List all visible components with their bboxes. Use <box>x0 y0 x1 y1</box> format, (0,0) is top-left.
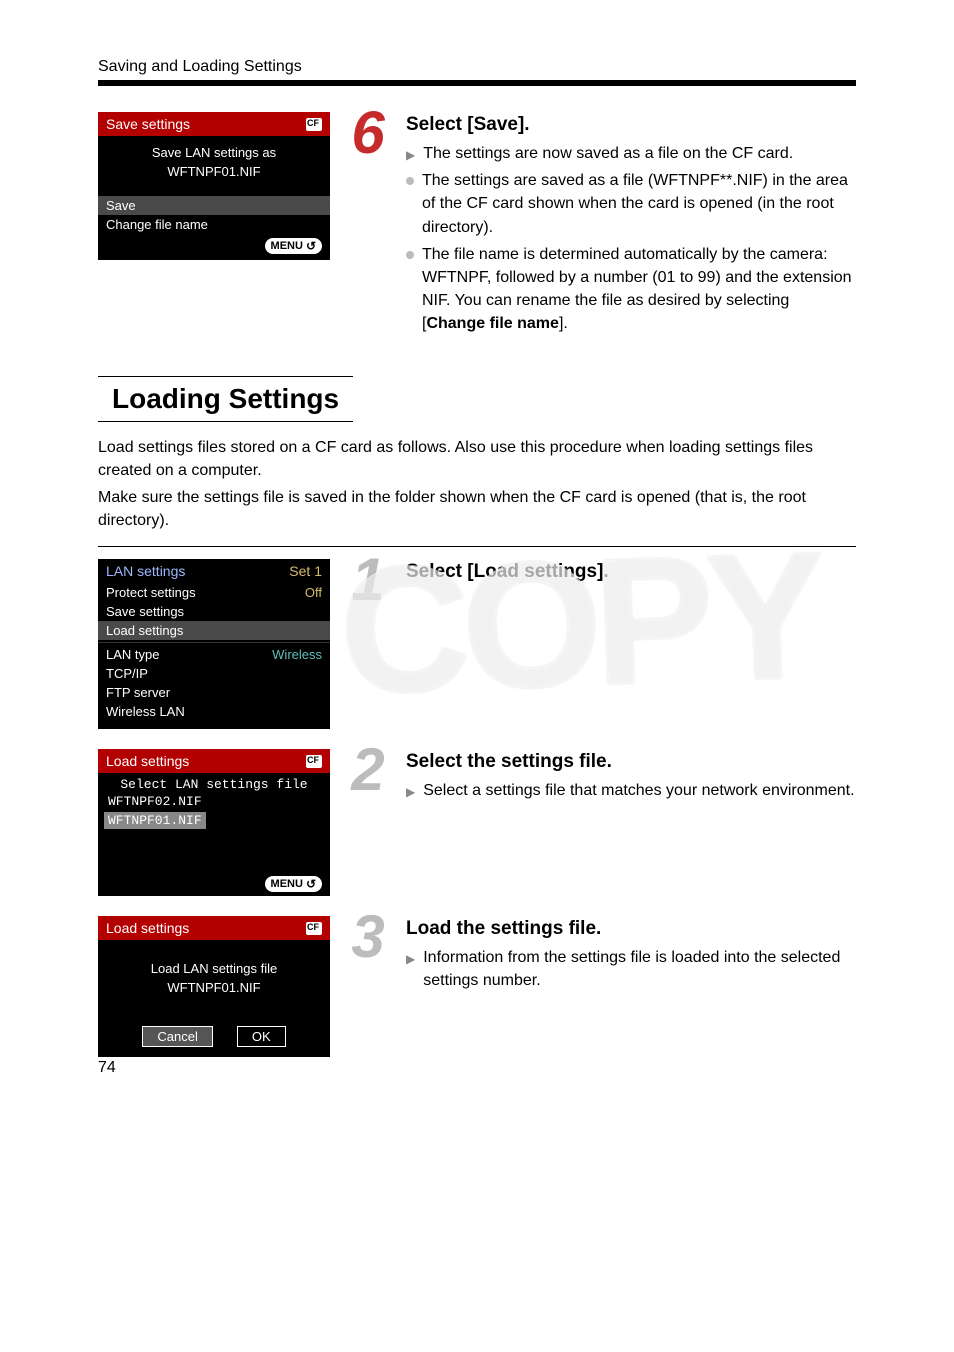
cf-icon <box>306 922 322 935</box>
triangle-icon: ▶ <box>406 784 415 801</box>
triangle-icon: ▶ <box>406 147 415 164</box>
step-number-1: 1 <box>348 559 388 601</box>
screenA-r1: Protect settings <box>106 585 196 600</box>
camera-screen-select-file: Load settings Select LAN settings file W… <box>98 749 330 896</box>
screenC-line2: WFTNPF01.NIF <box>167 980 260 995</box>
screenC-line1: Load LAN settings file <box>151 961 277 976</box>
page-number: 74 <box>98 1059 116 1077</box>
camera-screen-load-confirm: Load settings Load LAN settings file WFT… <box>98 916 330 1057</box>
screenA-r5: TCP/IP <box>106 666 148 681</box>
cf-icon <box>306 755 322 768</box>
step6-b2: The settings are saved as a file (WFTNPF… <box>422 169 856 239</box>
menu-pill: MENU↺ <box>265 238 322 254</box>
bullet-icon <box>406 251 414 259</box>
loading-title: Loading Settings <box>112 383 339 414</box>
loading-p2: Make sure the settings file is saved in … <box>98 486 856 532</box>
screenA-r4: LAN type <box>106 647 159 662</box>
step3-heading: Load the settings file. <box>406 918 856 940</box>
loading-p1: Load settings files stored on a CF card … <box>98 436 856 482</box>
cf-icon <box>306 118 322 131</box>
screenB-sub: Select LAN settings file <box>98 773 330 792</box>
step2-heading: Select the settings file. <box>406 751 856 773</box>
screenA-r7: Wireless LAN <box>106 704 185 719</box>
screenB-title: Load settings <box>106 753 189 769</box>
screenA-r6: FTP server <box>106 685 170 700</box>
screenA-r4v: Wireless <box>272 647 322 662</box>
step-number-2: 2 <box>348 749 388 791</box>
camera-screen-lan: LAN settings Set 1 Protect settings Off S… <box>98 559 330 729</box>
screenA-r2: Save settings <box>106 604 184 619</box>
screenA-title: LAN settings <box>106 563 185 579</box>
header-section: Saving and Loading Settings <box>98 58 856 76</box>
screenC-title: Load settings <box>106 920 189 936</box>
screenC-cancel: Cancel <box>142 1026 212 1047</box>
screen6-title: Save settings <box>106 116 190 132</box>
step6-b1: The settings are now saved as a file on … <box>423 142 793 165</box>
screenA-r1v: Off <box>305 585 322 600</box>
screen6-line1: Save LAN settings as <box>152 145 276 160</box>
loading-title-box: Loading Settings <box>98 376 353 422</box>
screenA-set: Set 1 <box>289 563 322 579</box>
step6-b3: The file name is determined automaticall… <box>422 243 856 336</box>
screenB-f2: WFTNPF01.NIF <box>104 812 206 829</box>
step3-b1: Information from the settings file is lo… <box>423 946 856 992</box>
triangle-icon: ▶ <box>406 951 415 968</box>
header-rule <box>98 80 856 86</box>
menu-pill: MENU↺ <box>265 876 322 892</box>
screen6-line2: WFTNPF01.NIF <box>167 164 260 179</box>
screen6-save-row: Save <box>98 196 330 215</box>
screen6-change-row: Change file name <box>98 215 330 234</box>
screenA-r3: Load settings <box>98 621 330 640</box>
step1-heading: Select [Load settings]. <box>406 561 856 583</box>
step-number-3: 3 <box>348 916 388 958</box>
step-number-6: 6 <box>348 112 388 154</box>
camera-screen-save: Save settings Save LAN settings as WFTNP… <box>98 112 330 260</box>
step6-heading: Select [Save]. <box>406 114 856 136</box>
screenB-f1: WFTNPF02.NIF <box>102 793 326 810</box>
thin-rule <box>98 546 856 547</box>
bullet-icon <box>406 177 414 185</box>
screenC-ok: OK <box>237 1026 286 1047</box>
step2-b1: Select a settings file that matches your… <box>423 779 854 802</box>
